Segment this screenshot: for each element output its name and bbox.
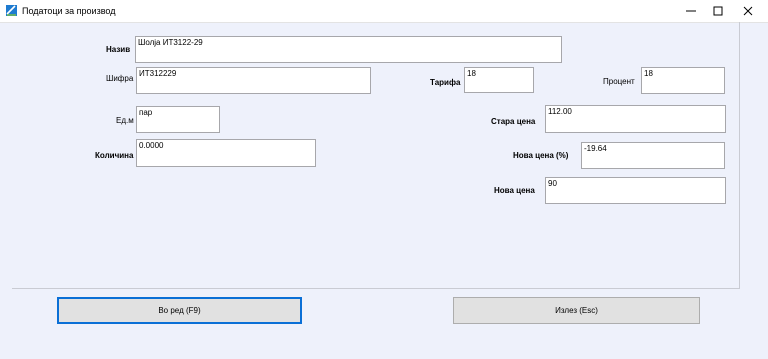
naziv-field[interactable]: Шолја ИТ3122-29 <box>135 36 562 63</box>
minimize-button[interactable] <box>676 0 706 22</box>
ok-button[interactable]: Во ред (F9) <box>57 297 302 324</box>
window-title: Податоци за производ <box>22 6 116 16</box>
shifra-field[interactable]: ИТ312229 <box>136 67 371 94</box>
app-icon <box>6 5 17 16</box>
procent-label: Процент <box>603 77 635 86</box>
edm-label: Ед.м <box>116 116 134 125</box>
title-bar: Податоци за производ <box>0 0 768 23</box>
kolicina-field[interactable]: 0.0000 <box>136 139 316 167</box>
shifra-label: Шифра <box>106 74 134 83</box>
nova-cena-field[interactable]: 90 <box>545 177 726 204</box>
nova-cena-label: Нова цена <box>494 186 535 195</box>
close-button[interactable] <box>733 0 763 22</box>
tarifa-label: Тарифа <box>430 78 461 87</box>
kolicina-label: Количина <box>95 151 134 160</box>
naziv-label: Назив <box>106 45 131 54</box>
minimize-icon <box>686 10 696 12</box>
exit-button[interactable]: Излез (Esc) <box>453 297 700 324</box>
stara-cena-label: Стара цена <box>491 117 536 126</box>
procent-field[interactable]: 18 <box>641 67 725 94</box>
maximize-button[interactable] <box>703 0 733 22</box>
stara-cena-field[interactable]: 112.00 <box>545 105 726 133</box>
nova-cena-pct-field[interactable]: -19.64 <box>581 142 725 169</box>
maximize-icon <box>713 6 723 16</box>
edm-field[interactable]: пар <box>136 106 220 133</box>
close-icon <box>743 6 753 16</box>
tarifa-field[interactable]: 18 <box>464 67 534 93</box>
nova-cena-pct-label: Нова цена (%) <box>513 151 569 160</box>
